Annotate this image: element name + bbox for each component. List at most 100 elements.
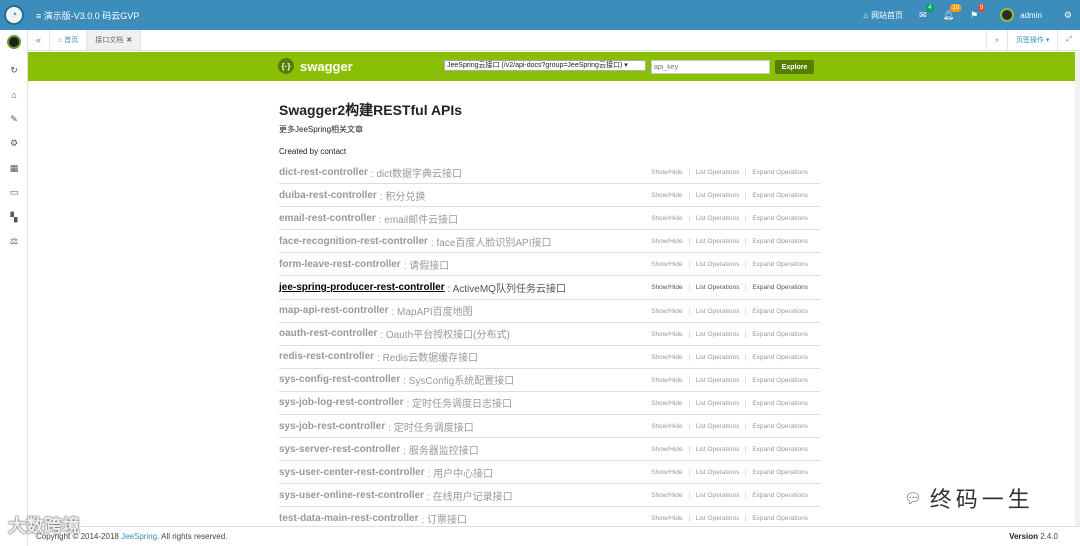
list-operations-link[interactable]: List Operations	[688, 169, 746, 176]
resource-name-link[interactable]: oauth-rest-controller	[279, 328, 377, 339]
list-operations-link[interactable]: List Operations	[688, 284, 746, 292]
edit-icon[interactable]: ✎	[0, 107, 28, 132]
sidebar-avatar[interactable]	[6, 35, 21, 49]
resource-name-link[interactable]: sys-user-online-rest-controller	[279, 490, 424, 501]
notification-button[interactable]: 🔔︎ 10	[935, 0, 962, 30]
swagger-logo[interactable]: {·} swagger	[278, 58, 353, 74]
group-select[interactable]: JeeSpring云接口 (/v2/api-docs?group=JeeSpri…	[444, 60, 646, 71]
show-hide-link[interactable]: Show/Hide	[645, 354, 688, 361]
expand-operations-link[interactable]: Expand Operations	[745, 238, 814, 246]
list-operations-link[interactable]: List Operations	[688, 192, 746, 200]
resource-description: : 服务器监控接口	[403, 445, 479, 457]
site-home-link[interactable]: ⌂ 网站首页	[855, 0, 911, 30]
list-operations-link[interactable]: List Operations	[688, 215, 746, 223]
double-right-icon: »	[994, 36, 999, 44]
expand-operations-link[interactable]: Expand Operations	[745, 307, 814, 315]
show-hide-link[interactable]: Show/Hide	[645, 423, 688, 430]
list-operations-link[interactable]: List Operations	[688, 446, 746, 454]
list-operations-link[interactable]: List Operations	[688, 307, 746, 315]
expand-operations-link[interactable]: Expand Operations	[745, 284, 814, 292]
list-operations-link[interactable]: List Operations	[688, 492, 746, 500]
logo[interactable]: ◔	[0, 0, 28, 30]
show-hide-link[interactable]: Show/Hide	[645, 238, 688, 245]
list-operations-link[interactable]: List Operations	[688, 399, 746, 407]
resource-name-link[interactable]: form-leave-rest-controller	[279, 259, 401, 270]
show-hide-link[interactable]: Show/Hide	[645, 400, 688, 407]
expand-operations-link[interactable]: Expand Operations	[745, 330, 814, 338]
tab-api-docs[interactable]: 接口文档 ✖	[87, 30, 142, 50]
created-by: Created by contact	[279, 147, 347, 156]
list-operations-link[interactable]: List Operations	[688, 469, 746, 477]
flag-button[interactable]: ⚑ 9	[962, 0, 986, 30]
api-key-input[interactable]	[651, 60, 770, 74]
home-icon[interactable]: ⌂	[0, 83, 28, 108]
resource-name-link[interactable]: redis-rest-controller	[279, 351, 374, 362]
list-operations-link[interactable]: List Operations	[688, 238, 746, 246]
show-hide-link[interactable]: Show/Hide	[645, 446, 688, 453]
list-operations-link[interactable]: List Operations	[688, 353, 746, 361]
resource-name-link[interactable]: sys-job-rest-controller	[279, 421, 385, 432]
resource-name-link[interactable]: duiba-rest-controller	[279, 190, 377, 201]
expand-operations-link[interactable]: Expand Operations	[745, 423, 814, 431]
expand-operations-link[interactable]: Expand Operations	[745, 515, 814, 523]
list-operations-link[interactable]: List Operations	[688, 330, 746, 338]
resource-name-link[interactable]: sys-config-rest-controller	[279, 374, 400, 385]
resource-operations: Show/Hide List Operations Expand Operation…	[645, 161, 814, 184]
show-hide-link[interactable]: Show/Hide	[645, 284, 688, 291]
scroll-tabs-right-button[interactable]: »	[985, 30, 1007, 50]
resource-name-link[interactable]: sys-server-rest-controller	[279, 444, 400, 455]
show-hide-link[interactable]: Show/Hide	[645, 169, 688, 176]
mail-button[interactable]: ✉ 4	[911, 0, 935, 30]
list-operations-link[interactable]: List Operations	[688, 515, 746, 523]
expand-operations-link[interactable]: Expand Operations	[745, 215, 814, 223]
explore-button[interactable]: Explore	[775, 60, 814, 74]
monitor-icon[interactable]: ▭	[0, 181, 28, 206]
page-ops-dropdown[interactable]: 页签操作 ▾	[1006, 30, 1058, 50]
map-icon[interactable]: ▚	[0, 205, 28, 230]
expand-operations-link[interactable]: Expand Operations	[745, 492, 814, 500]
show-hide-link[interactable]: Show/Hide	[645, 469, 688, 476]
api-description[interactable]: 更多JeeSpring相关文章	[279, 124, 820, 138]
show-hide-link[interactable]: Show/Hide	[645, 261, 688, 268]
resource-name-link[interactable]: sys-user-center-rest-controller	[279, 467, 425, 478]
resource-name-link[interactable]: dict-rest-controller	[279, 167, 368, 178]
close-icon[interactable]: ✖	[126, 36, 132, 44]
show-hide-link[interactable]: Show/Hide	[645, 308, 688, 315]
scroll-tabs-left-button[interactable]: «	[28, 30, 50, 50]
expand-operations-link[interactable]: Expand Operations	[745, 376, 814, 384]
balance-icon[interactable]: ⚖	[0, 230, 28, 255]
scrollbar[interactable]	[1075, 52, 1080, 526]
resource-name-link[interactable]: email-rest-controller	[279, 213, 376, 224]
expand-operations-link[interactable]: Expand Operations	[745, 192, 814, 200]
resource-name-link[interactable]: test-data-main-rest-controller	[279, 513, 418, 524]
expand-operations-link[interactable]: Expand Operations	[745, 446, 814, 454]
expand-operations-link[interactable]: Expand Operations	[745, 469, 814, 477]
tab-home[interactable]: ⌂ 首页	[50, 30, 88, 50]
list-operations-link[interactable]: List Operations	[688, 376, 746, 384]
list-operations-link[interactable]: List Operations	[688, 423, 746, 431]
show-hide-link[interactable]: Show/Hide	[645, 215, 688, 222]
copyright-link[interactable]: JeeSpring	[121, 532, 157, 541]
show-hide-link[interactable]: Show/Hide	[645, 192, 688, 199]
app-title[interactable]: ≡ 演示版-V3.0.0 码云GVP	[36, 9, 139, 22]
resource-row: duiba-rest-controller: 积分兑换 Show/Hide List…	[279, 184, 820, 208]
user-menu[interactable]: admin	[986, 0, 1056, 30]
grid-icon[interactable]: ▦	[0, 156, 28, 181]
refresh-icon[interactable]: ↻	[0, 58, 28, 83]
fullscreen-button[interactable]: ⤢	[1057, 30, 1080, 50]
resource-name-link[interactable]: map-api-rest-controller	[279, 305, 388, 316]
expand-operations-link[interactable]: Expand Operations	[745, 261, 814, 269]
gear-icon[interactable]: ⚙	[0, 132, 28, 157]
show-hide-link[interactable]: Show/Hide	[645, 377, 688, 384]
resource-name-link[interactable]: jee-spring-producer-rest-controller	[279, 282, 445, 293]
expand-operations-link[interactable]: Expand Operations	[745, 353, 814, 361]
show-hide-link[interactable]: Show/Hide	[645, 331, 688, 338]
resource-name-link[interactable]: face-recognition-rest-controller	[279, 236, 428, 247]
show-hide-link[interactable]: Show/Hide	[645, 492, 688, 499]
resource-name-link[interactable]: sys-job-log-rest-controller	[279, 397, 403, 408]
expand-operations-link[interactable]: Expand Operations	[745, 169, 814, 176]
expand-operations-link[interactable]: Expand Operations	[745, 399, 814, 407]
show-hide-link[interactable]: Show/Hide	[645, 515, 688, 522]
settings-button[interactable]: ⚙	[1056, 0, 1080, 30]
list-operations-link[interactable]: List Operations	[688, 261, 746, 269]
